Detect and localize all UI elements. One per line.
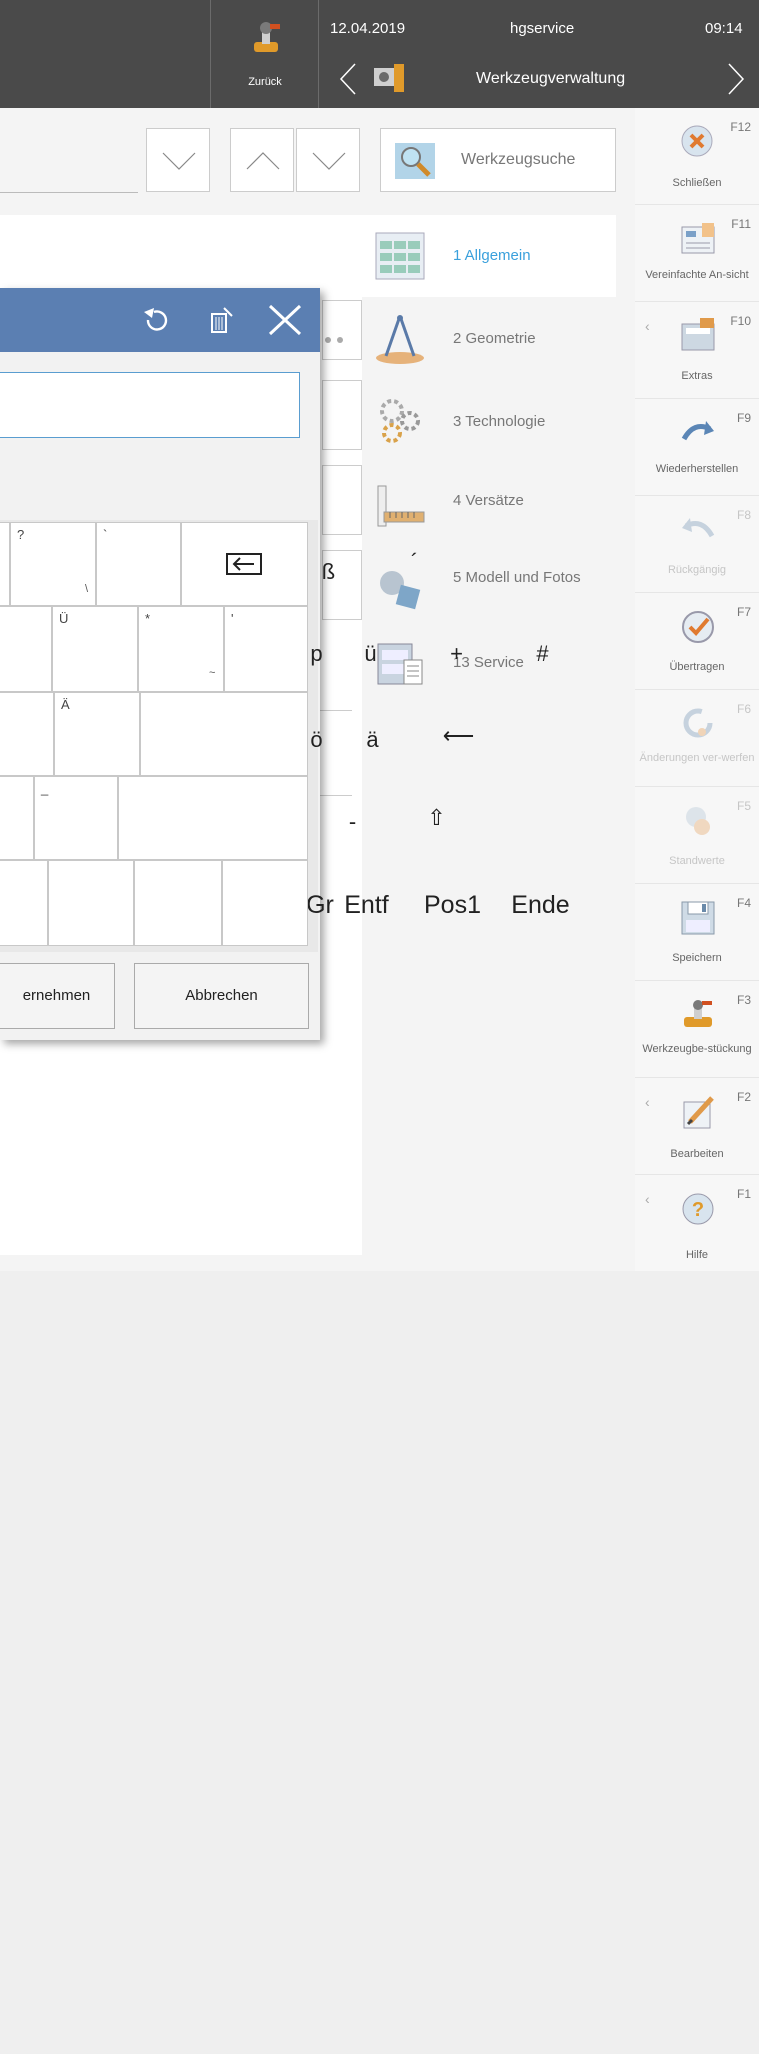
function-label: Vereinfachte An-sicht (645, 269, 749, 281)
more-icon (325, 337, 343, 343)
keyboard-key[interactable]: p (0, 606, 323, 692)
robot-arm-icon (254, 22, 280, 52)
category-item-versaetze[interactable]: 4 Versätze (362, 464, 616, 546)
altgr-key[interactable]: tGr (0, 860, 334, 946)
extras-icon (681, 318, 715, 351)
search-field-underline (0, 192, 138, 193)
reset-icon[interactable] (140, 306, 172, 336)
enter-key[interactable]: ⟵ (140, 692, 474, 776)
home-key[interactable]: Pos1 (134, 860, 481, 946)
function-key-label: F8 (736, 508, 751, 522)
date-display: 12.04.2019 (330, 20, 406, 37)
redo-icon (681, 421, 714, 441)
function-label: Schließen (672, 177, 722, 189)
backspace-key[interactable] (181, 522, 308, 606)
function-key-label: F9 (736, 411, 751, 425)
accept-button[interactable]: ernehmen (0, 963, 115, 1029)
keyboard-key[interactable]: Ä ä (54, 692, 379, 776)
function-key-label: F11 (731, 217, 751, 231)
user-display: hgservice (510, 20, 575, 37)
end-key[interactable]: Ende (222, 860, 570, 946)
tool-manager-icon (374, 64, 404, 92)
close-icon[interactable] (266, 302, 304, 338)
function-key-label: F7 (736, 605, 751, 619)
category-label: 3 Technologie (453, 413, 546, 430)
keyboard-key[interactable]: Ü ü (52, 606, 377, 692)
category-label: 1 Allgemein (453, 247, 531, 264)
keyboard-key[interactable]: ö (0, 692, 323, 776)
close-circle-icon (681, 125, 713, 157)
shift-key[interactable]: ⇧ (118, 776, 446, 860)
compass-icon (376, 315, 424, 364)
chevron-left-icon: ‹ (645, 318, 650, 334)
chevron-down-icon (312, 152, 346, 170)
key-shift-char: ' (231, 611, 234, 626)
key-char: Ende (511, 891, 570, 919)
background-field (322, 380, 362, 450)
key-altgr-char: \ (85, 583, 89, 595)
undo-icon (682, 518, 715, 538)
key-shift-char: Ä (61, 697, 70, 712)
chevron-up-icon (246, 152, 280, 170)
keyboard-key[interactable] (0, 522, 10, 606)
chevron-left-icon[interactable] (338, 62, 358, 96)
redo-button[interactable]: F9 Wiederherstellen (635, 399, 759, 496)
keyboard-dialog: ? ß \ ` ´ p Ü ü * + ~ ' # ö Ä ä ⟵ _ - ⇧ … (0, 288, 570, 1040)
scroll-up-button[interactable] (230, 128, 294, 192)
function-key-label: F12 (730, 120, 751, 134)
category-label: 4 Versätze (453, 492, 524, 509)
chevron-down-icon (162, 152, 196, 170)
ruler-icon (377, 485, 425, 527)
keyboard-key[interactable]: ` ´ (96, 522, 418, 606)
keyboard-key[interactable]: ' # (224, 606, 549, 692)
text-input-field[interactable] (0, 372, 300, 438)
keyboard-key[interactable]: _ - (34, 776, 356, 860)
time-display: 09:14 (705, 20, 743, 37)
page-title: Werkzeugverwaltung (476, 70, 626, 87)
function-label: Wiederherstellen (655, 463, 739, 475)
dialog-header (0, 288, 320, 352)
back-button[interactable]: Zurück (212, 0, 318, 108)
divider (318, 0, 319, 108)
top-bar: Zurück 12.04.2019 hgservice 09:14 Werkze… (0, 0, 759, 108)
key-shift-char: * (145, 611, 151, 626)
key-shift-char: ` (103, 527, 108, 542)
key-altgr-char: ~ (209, 667, 216, 679)
key-shift-char: _ (41, 781, 49, 796)
divider (210, 0, 211, 108)
category-item-geometrie[interactable]: 2 Geometrie (362, 298, 616, 380)
scroll-down-button[interactable] (296, 128, 360, 192)
key-shift-char: Ü (59, 611, 69, 626)
delete-key[interactable]: Entf (48, 860, 389, 946)
simple-view-icon (681, 223, 715, 254)
function-key-label: F10 (730, 314, 751, 328)
keyboard-key[interactable]: * + ~ (138, 606, 463, 692)
trash-icon[interactable] (204, 304, 236, 336)
back-label: Zurück (248, 76, 282, 88)
cancel-button[interactable]: Abbrechen (134, 963, 309, 1029)
extras-button[interactable]: ‹ F10 Extras (635, 302, 759, 399)
dropdown-button[interactable] (146, 128, 210, 192)
tool-search-button[interactable]: Werkzeugsuche (380, 128, 616, 192)
search-icon (395, 143, 435, 179)
list-icon (375, 232, 425, 280)
key-shift-char: ? (17, 527, 25, 542)
keyboard-key[interactable]: ? ß \ (10, 522, 335, 606)
gears-icon (380, 399, 420, 443)
simple-view-button[interactable]: F11 Vereinfachte An-sicht (635, 205, 759, 302)
tool-search-label: Werkzeugsuche (461, 151, 576, 168)
category-label: 2 Geometrie (453, 330, 536, 347)
backspace-icon (226, 553, 262, 575)
close-button[interactable]: F12 Schließen (635, 108, 759, 205)
category-item-technologie[interactable]: 3 Technologie (362, 381, 616, 463)
chevron-right-icon[interactable] (726, 62, 746, 96)
function-label: Extras (681, 370, 713, 382)
category-item-allgemein[interactable]: 1 Allgemein (362, 215, 616, 297)
keyboard-key[interactable] (0, 776, 34, 860)
background-field (322, 465, 362, 535)
